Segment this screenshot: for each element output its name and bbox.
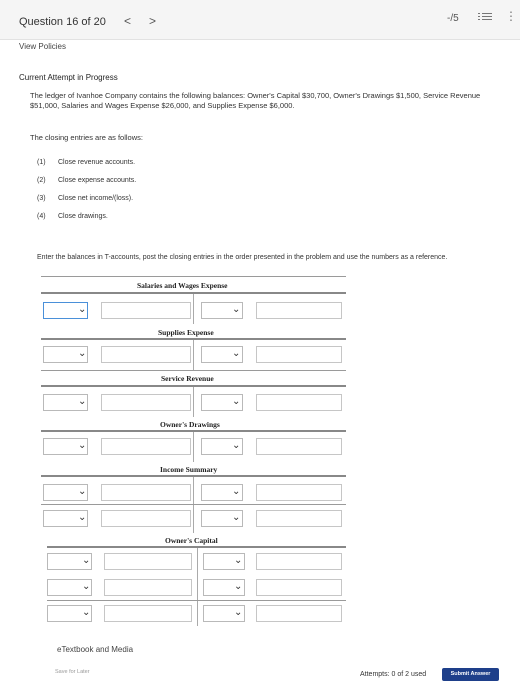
credit-amount-input[interactable] [256,346,342,363]
etextbook-media-link[interactable]: eTextbook and Media [57,645,133,654]
t-account-service-revenue-title: Service Revenue [161,374,214,383]
save-for-later-button[interactable]: Save for Later [55,669,90,675]
submit-answer-button[interactable]: Submit Answer [442,668,499,681]
debit-entry-select[interactable]: ⌄ [43,302,88,319]
previous-question-button[interactable]: < [124,14,131,28]
credit-entry-select[interactable]: ⌄ [201,346,243,363]
debit-amount-input[interactable] [101,438,191,455]
debit-amount-input[interactable] [104,605,192,622]
t-account-income-summary-title: Income Summary [160,465,218,474]
debit-amount-input[interactable] [101,484,191,501]
view-policies-link[interactable]: View Policies [19,42,66,51]
more-vertical-icon[interactable]: ⋮ [505,9,517,23]
debit-amount-input[interactable] [101,510,191,527]
attempts-counter: Attempts: 0 of 2 used [360,671,427,678]
credit-amount-input[interactable] [256,510,342,527]
attempt-status: Current Attempt in Progress [19,73,118,82]
closing-intro: The closing entries are as follows: [30,133,143,142]
debit-entry-select[interactable]: ⌄ [43,510,88,527]
debit-entry-select[interactable]: ⌄ [47,553,92,570]
credit-entry-select[interactable]: ⌄ [201,302,243,319]
list-item: (1) Close revenue accounts. [37,159,136,166]
debit-amount-input[interactable] [101,302,191,319]
debit-amount-input[interactable] [101,394,191,411]
debit-entry-select[interactable]: ⌄ [43,346,88,363]
credit-amount-input[interactable] [256,553,342,570]
t-account-salaries-wages-title: Salaries and Wages Expense [137,281,228,290]
list-icon[interactable] [478,11,492,24]
list-item: (3) Close net income/(loss). [37,195,134,202]
t-account-owners-capital-title: Owner's Capital [165,536,218,545]
credit-entry-select[interactable]: ⌄ [203,553,245,570]
t-account-owners-drawings-title: Owner's Drawings [160,420,220,429]
next-question-button[interactable]: > [149,14,156,28]
debit-entry-select[interactable]: ⌄ [47,605,92,622]
debit-entry-select[interactable]: ⌄ [43,438,88,455]
credit-amount-input[interactable] [256,484,342,501]
credit-amount-input[interactable] [256,605,342,622]
debit-entry-select[interactable]: ⌄ [47,579,92,596]
debit-amount-input[interactable] [101,346,191,363]
credit-amount-input[interactable] [256,302,342,319]
list-item: (4) Close drawings. [37,213,108,220]
credit-amount-input[interactable] [256,394,342,411]
debit-entry-select[interactable]: ⌄ [43,484,88,501]
problem-text: The ledger of Ivanhoe Company contains t… [30,91,481,110]
credit-entry-select[interactable]: ⌄ [201,394,243,411]
credit-entry-select[interactable]: ⌄ [201,484,243,501]
question-counter: Question 16 of 20 [19,16,106,28]
debit-entry-select[interactable]: ⌄ [43,394,88,411]
debit-amount-input[interactable] [104,579,192,596]
score-display: -/5 [447,13,459,24]
credit-entry-select[interactable]: ⌄ [201,510,243,527]
credit-entry-select[interactable]: ⌄ [201,438,243,455]
credit-amount-input[interactable] [256,579,342,596]
list-item: (2) Close expense accounts. [37,177,137,184]
t-account-supplies-title: Supplies Expense [158,328,214,337]
credit-entry-select[interactable]: ⌄ [203,579,245,596]
instructions-text: Enter the balances in T-accounts, post t… [37,254,448,261]
credit-entry-select[interactable]: ⌄ [203,605,245,622]
credit-amount-input[interactable] [256,438,342,455]
debit-amount-input[interactable] [104,553,192,570]
closing-steps-list: (1) Close revenue accounts. (2) Close expe… [37,159,136,231]
top-bar: Question 16 of 20 < > -/5 ⋮ [0,0,520,40]
